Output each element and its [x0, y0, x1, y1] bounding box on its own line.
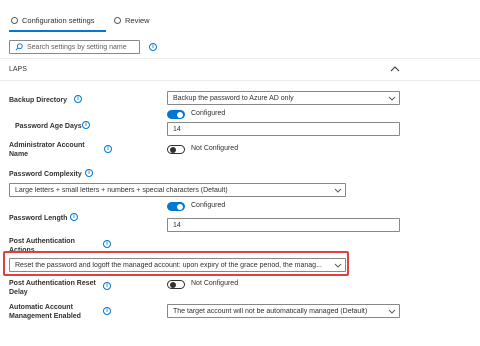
- toggle-status: Configured: [191, 202, 226, 209]
- info-icon[interactable]: i: [103, 282, 111, 290]
- dropdown-value: Backup the password to Azure AD only: [173, 94, 294, 102]
- password-complexity-dropdown[interactable]: Large letters + small letters + numbers …: [9, 183, 346, 197]
- chevron-down-icon: [388, 96, 396, 101]
- info-icon[interactable]: i: [74, 95, 82, 103]
- password-length-toggle[interactable]: [167, 202, 185, 211]
- chevron-down-icon: [334, 188, 342, 193]
- toggle-status: Configured: [191, 110, 226, 117]
- dropdown-value: Large letters + small letters + numbers …: [15, 186, 228, 194]
- highlight-box: [3, 251, 349, 276]
- search-input[interactable]: Search settings by setting name: [9, 40, 140, 54]
- auto-account-mgmt-label: Automatic Account Management Enabled: [9, 304, 81, 320]
- toggle-status: Not Configured: [191, 145, 239, 152]
- post-auth-reset-delay-toggle[interactable]: [167, 280, 185, 289]
- admin-account-name-label: Administrator Account Name: [9, 142, 85, 158]
- search-placeholder: Search settings by setting name: [27, 43, 127, 51]
- password-length-label: Password Length: [9, 215, 68, 222]
- tab-review[interactable]: Review: [114, 13, 150, 27]
- post-auth-reset-delay-label: Post Authentication Reset Delay: [9, 280, 96, 296]
- selected-tab-indicator: [9, 30, 106, 32]
- auto-account-mgmt-dropdown[interactable]: The target account will not be automatic…: [167, 304, 400, 318]
- radio-icon: [11, 16, 18, 24]
- toggle-status: Not Configured: [191, 280, 239, 287]
- dropdown-value: The target account will not be automatic…: [173, 307, 368, 315]
- search-icon: [15, 43, 23, 51]
- radio-icon: [114, 16, 121, 24]
- info-icon[interactable]: i: [103, 307, 111, 315]
- tab-label: Review: [125, 15, 150, 25]
- divider: [0, 58, 480, 59]
- info-icon[interactable]: i: [82, 121, 90, 129]
- chevron-up-icon[interactable]: [390, 65, 400, 72]
- password-age-days-label: Password Age Days: [15, 123, 82, 130]
- password-length-input[interactable]: 14: [167, 218, 400, 232]
- info-icon[interactable]: i: [70, 213, 78, 221]
- divider: [0, 80, 480, 81]
- tab-configuration-settings[interactable]: Configuration settings: [11, 13, 95, 27]
- backup-directory-dropdown[interactable]: Backup the password to Azure AD only: [167, 91, 400, 105]
- tab-label: Configuration settings: [22, 15, 95, 25]
- info-icon[interactable]: i: [104, 145, 112, 153]
- password-age-days-input[interactable]: 14: [167, 122, 400, 136]
- chevron-down-icon: [388, 309, 396, 314]
- password-age-days-toggle[interactable]: [167, 110, 185, 119]
- admin-account-name-toggle[interactable]: [167, 145, 185, 154]
- info-icon[interactable]: i: [149, 43, 157, 51]
- info-icon[interactable]: i: [85, 169, 93, 177]
- info-icon[interactable]: i: [103, 240, 111, 248]
- backup-directory-label: Backup Directory: [9, 97, 67, 104]
- section-title: LAPS: [9, 66, 27, 73]
- password-complexity-label: Password Complexity: [9, 171, 82, 178]
